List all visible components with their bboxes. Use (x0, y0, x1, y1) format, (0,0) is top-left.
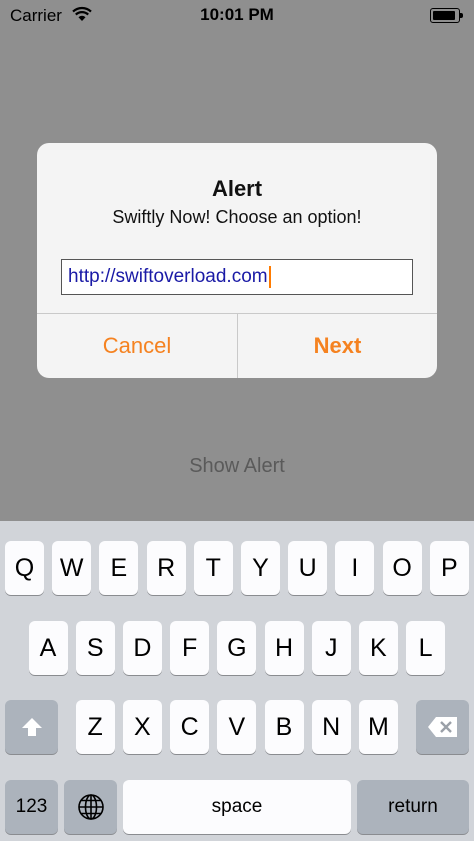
key-y[interactable]: Y (241, 541, 280, 595)
key-z[interactable]: Z (75, 700, 115, 754)
text-cursor (268, 266, 271, 288)
key-c[interactable]: C (170, 700, 210, 754)
key-u[interactable]: U (288, 541, 328, 595)
url-text-field[interactable]: http://swiftoverload.com (61, 259, 413, 295)
url-text-value: http://swiftoverload.com (68, 266, 268, 287)
key-t[interactable]: T (193, 541, 233, 595)
key-a[interactable]: A (28, 621, 68, 675)
delete-key[interactable] (416, 700, 469, 754)
key-i[interactable]: I (335, 541, 375, 595)
key-n[interactable]: N (311, 700, 351, 754)
shift-key[interactable] (5, 700, 58, 754)
key-p[interactable]: P (429, 541, 469, 595)
alert-title: Alert (211, 176, 263, 201)
key-e[interactable]: E (99, 541, 139, 595)
globe-key[interactable] (64, 780, 117, 834)
key-s[interactable]: S (75, 621, 115, 675)
key-h[interactable]: H (264, 621, 304, 675)
key-o[interactable]: O (382, 541, 422, 595)
key-q[interactable]: Q (5, 541, 44, 595)
key-g[interactable]: G (217, 621, 257, 675)
key-k[interactable]: K (358, 621, 398, 675)
key-x[interactable]: X (122, 700, 162, 754)
key-f[interactable]: F (170, 621, 210, 675)
key-v[interactable]: V (217, 700, 257, 754)
key-w[interactable]: W (52, 541, 92, 595)
return-key[interactable]: return (357, 780, 469, 834)
key-l[interactable]: L (406, 621, 446, 675)
key-d[interactable]: D (122, 621, 162, 675)
clock: 10:01 PM (200, 5, 274, 24)
numbers-key[interactable]: 123 (5, 780, 58, 834)
key-j[interactable]: J (311, 621, 351, 675)
space-key[interactable]: space (123, 780, 351, 834)
next-button[interactable]: Next (238, 314, 437, 378)
key-b[interactable]: B (264, 700, 304, 754)
key-r[interactable]: R (146, 541, 186, 595)
alert-message: Swiftly Now! Choose an option! (112, 207, 362, 227)
battery-icon (430, 8, 464, 23)
cancel-button[interactable]: Cancel (37, 314, 237, 378)
status-bar: Carrier 10:01 PM (0, 0, 474, 32)
key-m[interactable]: M (358, 700, 398, 754)
show-alert-button[interactable]: Show Alert (0, 455, 474, 478)
alert-dialog: Alert Swiftly Now! Choose an option! htt… (37, 143, 437, 378)
keyboard: QWERTYUIOP ASDFGHJKL ZXCVBNM 123 space r… (0, 521, 474, 841)
